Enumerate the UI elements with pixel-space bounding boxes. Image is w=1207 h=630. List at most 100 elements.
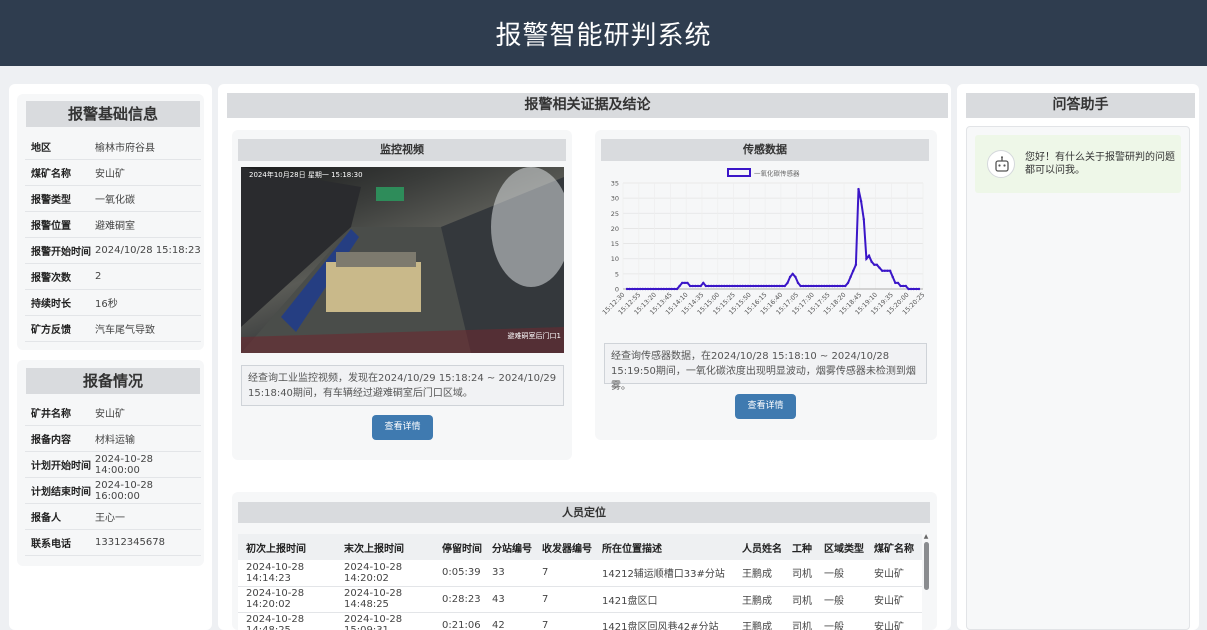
data-point [896,281,900,285]
data-point [720,284,723,288]
data-point [888,269,892,272]
table-cell: 王鹏成 [734,586,784,613]
table-cell: 2024-10-28 14:48:25 [336,586,434,613]
app-header: 报警智能研判系统 [0,0,1207,66]
data-point [841,284,844,288]
info-value: 避难硐室 [95,221,135,232]
data-point [794,275,797,279]
y-tick-label: 35 [611,180,619,188]
data-point [836,284,839,288]
info-label: 计划开始时间 [31,461,91,472]
info-label: 报警位置 [31,221,71,232]
data-point [786,281,789,285]
info-row: 报警次数 2 [25,264,201,290]
surveillance-video[interactable]: 2024年10月28日 星期一 15:18:30 避难硐室后门口1 [241,167,564,353]
data-point [631,287,634,291]
data-point [731,284,734,288]
info-row: 报备内容 材料运输 [25,426,201,452]
table-cell: 42 [484,612,534,630]
column-header[interactable]: 区域类型 [816,534,866,560]
data-point [859,200,863,203]
data-point [696,284,700,288]
data-point [636,287,639,291]
personnel-table-header: 初次上报时间 末次上报时间 停留时间 分站编号 收发器编号 所在位置描述 人员姓名 工种 区域类… [238,534,922,560]
table-cell: 2024-10-28 14:20:02 [238,586,336,613]
sensor-conclusion: 经查询传感器数据，在2024/10/28 15:18:10 ~ 2024/10/… [604,343,927,392]
data-point [678,284,681,288]
report-info-list: 矿井名称 安山矿 报备内容 材料运输 计划开始时间 2024-10-28 14:00:00… [25,400,201,556]
table-row[interactable]: 2024-10-28 14:14:23 2024-10-28 14:20:02 0:… [238,560,922,587]
data-point [767,284,771,288]
info-row: 地区 榆林市府谷县 [25,134,201,160]
data-point [686,281,689,285]
column-header[interactable]: 所在位置描述 [594,534,734,560]
table-cell: 司机 [784,612,816,630]
y-tick-label: 10 [611,255,619,263]
data-point [646,287,650,291]
data-point [867,254,871,257]
data-point [815,284,818,288]
table-cell: 33 [484,560,534,587]
column-header[interactable]: 分站编号 [484,534,534,560]
data-point [754,284,758,288]
data-point [667,287,671,291]
column-header[interactable]: 煤矿名称 [866,534,922,560]
table-row[interactable]: 2024-10-28 14:48:252024-10-28 15:09:310:… [238,612,922,630]
data-point [746,284,750,288]
data-point [799,284,802,288]
sensor-title: 传感数据 [601,139,929,161]
data-point [870,260,873,263]
table-cell: 安山矿 [866,560,922,587]
info-row: 报警位置 避难硐室 [25,212,201,238]
info-row: 报备人 王心一 [25,504,201,530]
data-point [849,275,852,279]
data-point [681,281,684,285]
sensor-details-button[interactable]: 查看详情 [735,394,796,419]
info-value: 2024-10-28 16:00:00 [94,479,154,502]
data-point [633,287,637,291]
data-point [891,275,894,279]
data-point [788,275,792,279]
scrollbar-thumb[interactable] [923,542,929,590]
data-point [862,218,865,221]
data-point [683,281,687,285]
data-point [823,284,826,288]
data-point [912,287,915,291]
column-header[interactable]: 停留时间 [434,534,484,560]
data-point [670,287,673,291]
table-scrollbar[interactable]: ▲ [922,534,930,630]
data-point [715,284,718,288]
personnel-table-body: 2024-10-28 14:14:23 2024-10-28 14:20:02 0:… [238,560,922,630]
info-label: 报备人 [31,513,61,524]
assistant-message: 您好！有什么关于报警研判的问题都可以问我。 [975,135,1181,193]
alarm-info-list: 地区 榆林市府谷县 煤矿名称 安山矿 报警类型 一氧化碳 报警位置 避难硐室 报警开始时间 202… [25,134,201,342]
data-point [652,287,655,291]
column-header[interactable]: 收发器编号 [534,534,594,560]
table-row[interactable]: 2024-10-28 14:20:02 2024-10-28 14:48:25 0:… [238,586,922,613]
scrollbar-up-arrow[interactable]: ▲ [922,534,930,540]
table-cell: 2024-10-28 14:14:23 [238,560,336,587]
data-point [775,284,779,288]
y-tick-label: 15 [611,240,619,248]
info-value: 2 [95,271,102,282]
data-point [699,284,702,288]
personnel-table-wrap: 初次上报时间 末次上报时间 停留时间 分站编号 收发器编号 所在位置描述 人员姓名 工种 区域类… [238,534,922,630]
data-point [846,281,850,285]
column-header[interactable]: 末次上报时间 [336,534,434,560]
data-point [812,284,815,288]
qa-title: 问答助手 [966,93,1195,118]
info-value: 2024/10/28 15:18:23 [95,245,201,256]
data-point [825,284,829,288]
video-details-button[interactable]: 查看详情 [372,415,433,440]
column-header[interactable]: 人员姓名 [734,534,784,560]
evidence-title: 报警相关证据及结论 [227,93,948,118]
data-point [762,284,765,288]
info-row: 矿方反馈 汽车尾气导致 [25,316,201,342]
data-point [736,284,739,288]
info-value: 榆林市府谷县 [95,143,155,154]
data-point [760,284,763,288]
video-title: 监控视频 [238,139,566,161]
column-header[interactable]: 初次上报时间 [238,534,336,560]
data-point [854,263,858,266]
column-header[interactable]: 工种 [784,534,816,560]
